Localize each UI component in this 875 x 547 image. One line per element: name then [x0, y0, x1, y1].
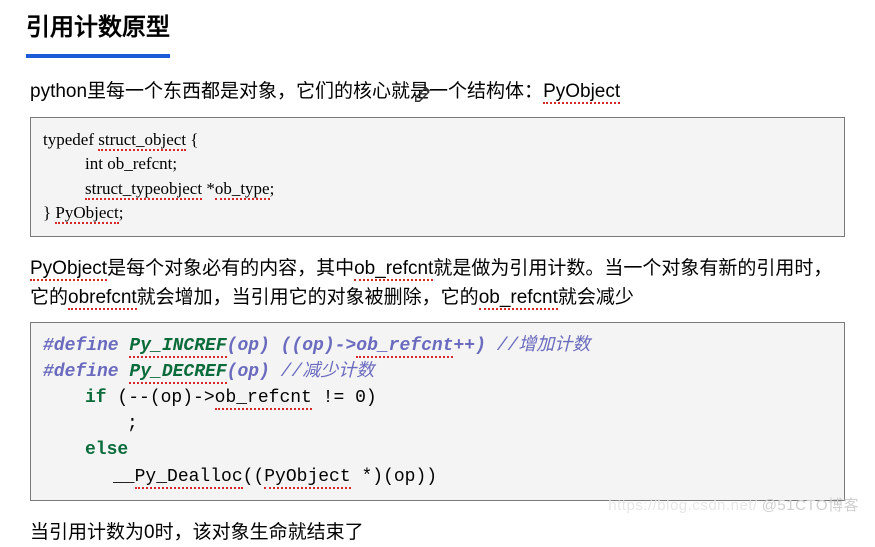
- mid-paragraph: PyObject是每个对象必有的内容，其中ob_refcnt就是做为引用计数。当…: [30, 255, 845, 312]
- term: ob_refcnt: [479, 287, 558, 310]
- code: (op): [227, 362, 281, 382]
- code: __: [113, 467, 135, 487]
- code: != 0): [312, 388, 377, 408]
- watermark-url: https://blog.csdn.net/: [608, 497, 757, 514]
- comment: //减少计数: [281, 362, 375, 382]
- code-line: if (--(op)->ob_refcnt != 0): [43, 385, 832, 411]
- field: ob_refcnt: [356, 336, 453, 358]
- ident: struct_typeobject: [85, 179, 202, 200]
- directive: #define: [43, 336, 129, 356]
- ident: ob_type: [215, 179, 270, 200]
- intro-text: python里每一个东西都是对象，它们的核心就是一个结构体：: [30, 81, 543, 102]
- keyword: else: [43, 437, 832, 463]
- fn: Py_Dealloc: [135, 467, 243, 489]
- punct: {: [186, 130, 198, 149]
- ident: struct_object: [98, 130, 186, 151]
- ident: PyObject: [55, 203, 118, 224]
- txt: 是每个对象必有的内容，其中: [107, 258, 354, 279]
- code: (--(op)->: [107, 388, 215, 408]
- code-line: int ob_refcnt;: [43, 152, 832, 177]
- term: ob_refcnt: [354, 258, 433, 281]
- term: obrefcnt: [68, 287, 137, 310]
- macro-name: Py_INCREF: [129, 336, 226, 358]
- code: (op) ((op)->: [227, 336, 357, 356]
- directive: #define: [43, 362, 129, 382]
- keyword: if: [85, 388, 107, 408]
- code-line: struct_typeobject *ob_type;: [43, 177, 832, 202]
- code: ++): [453, 336, 496, 356]
- code-line: #define Py_INCREF(op) ((op)->ob_refcnt++…: [43, 333, 832, 359]
- type: PyObject: [264, 467, 350, 489]
- code: *)(op)): [351, 467, 437, 487]
- code-line: typedef struct_object {: [43, 128, 832, 153]
- punct: ;: [119, 203, 124, 222]
- punct: }: [43, 203, 55, 222]
- code-line: __Py_Dealloc((PyObject *)(op)): [43, 464, 832, 490]
- code-block-struct: typedef struct_object { int ob_refcnt; s…: [30, 117, 845, 238]
- punct: *: [202, 179, 215, 198]
- macro-name: Py_DECREF: [129, 362, 226, 384]
- intro-pyobject: PyObject: [543, 81, 620, 104]
- field: ob_refcnt: [215, 388, 312, 410]
- txt: 就会减少: [558, 287, 634, 308]
- comment: //增加计数: [497, 336, 591, 356]
- code: ((: [243, 467, 265, 487]
- watermark: https://blog.csdn.net/ @51CTO博客: [608, 495, 859, 518]
- txt: 就会增加，当引用它的对象被删除，它的: [137, 287, 479, 308]
- section-heading: 引用计数原型: [26, 10, 170, 58]
- kw: typedef: [43, 130, 98, 149]
- code-line: } PyObject;: [43, 201, 832, 226]
- punct: ;: [270, 179, 275, 198]
- intro-paragraph: python里每一个东西都是对象，它们的核心就是一个结构体：PyObject: [30, 78, 845, 107]
- code-block-macros: #define Py_INCREF(op) ((op)->ob_refcnt++…: [30, 322, 845, 501]
- watermark-brand: @51CTO博客: [762, 497, 859, 514]
- term: PyObject: [30, 258, 107, 281]
- code-line: ;: [43, 411, 832, 437]
- code-line: #define Py_DECREF(op) //减少计数: [43, 359, 832, 385]
